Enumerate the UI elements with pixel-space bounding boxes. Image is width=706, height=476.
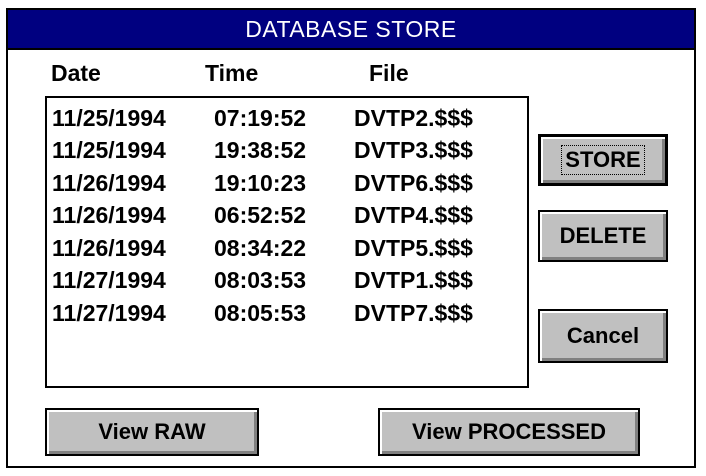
record-time: 08:05:53 [214,299,307,326]
view-processed-button-label: View PROCESSED [412,419,606,444]
record-file: DVTP6.$$$ [354,169,473,196]
record-date: 11/25/1994 [52,137,166,164]
database-store-dialog: DATABASE STORE Date Time File 11/25/1994… [6,8,696,468]
dialog-title: DATABASE STORE [245,15,457,42]
delete-button-label: DELETE [559,223,647,248]
list-item[interactable]: 11/27/1994 08:03:53 DVTP1.$$$ [47,265,527,298]
record-file: DVTP4.$$$ [354,202,473,229]
view-raw-button[interactable]: View RAW [45,408,259,456]
view-processed-button[interactable]: View PROCESSED [378,408,640,456]
record-date: 11/27/1994 [52,299,166,326]
list-item[interactable]: 11/25/1994 19:38:52 DVTP3.$$$ [47,135,527,168]
record-date: 11/25/1994 [52,104,166,131]
list-item[interactable]: 11/26/1994 06:52:52 DVTP4.$$$ [47,200,527,233]
record-file: DVTP2.$$$ [354,104,473,131]
column-header-date: Date [51,60,101,86]
title-bar[interactable]: DATABASE STORE [8,10,694,50]
cancel-button[interactable]: Cancel [538,309,668,363]
record-time: 08:03:53 [214,267,307,294]
record-file: DVTP5.$$$ [354,234,473,261]
view-raw-button-label: View RAW [98,419,206,444]
store-button[interactable]: STORE [538,134,668,186]
record-date: 11/26/1994 [52,169,166,196]
record-date: 11/27/1994 [52,267,166,294]
store-button-label: STORE [561,145,645,175]
record-time: 08:34:22 [214,234,307,261]
record-date: 11/26/1994 [52,202,166,229]
list-item[interactable]: 11/25/1994 07:19:52 DVTP2.$$$ [47,102,527,135]
list-item[interactable]: 11/26/1994 08:34:22 DVTP5.$$$ [47,232,527,265]
cancel-button-label: Cancel [566,323,640,348]
record-time: 06:52:52 [214,202,307,229]
record-file: DVTP7.$$$ [354,299,473,326]
delete-button[interactable]: DELETE [538,210,668,262]
record-date: 11/26/1994 [52,234,166,261]
column-header-file: File [369,60,409,86]
list-item[interactable]: 11/27/1994 08:05:53 DVTP7.$$$ [47,297,527,330]
records-listbox[interactable]: 11/25/1994 07:19:52 DVTP2.$$$ 11/25/1994… [45,96,529,388]
record-file: DVTP3.$$$ [354,137,473,164]
record-time: 19:10:23 [214,169,307,196]
list-item[interactable]: 11/26/1994 19:10:23 DVTP6.$$$ [47,167,527,200]
record-time: 07:19:52 [214,104,307,131]
record-file: DVTP1.$$$ [354,267,473,294]
record-time: 19:38:52 [214,137,307,164]
column-header-time: Time [205,60,259,86]
